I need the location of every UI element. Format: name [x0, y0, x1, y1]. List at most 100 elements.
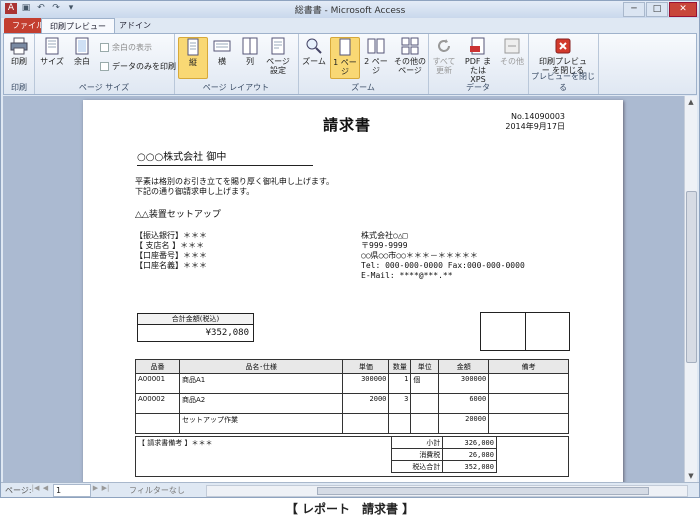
margin-button[interactable]: 余白 [68, 37, 96, 66]
col-header: 金額 [438, 359, 490, 374]
page-size-icon [45, 37, 59, 55]
company-line: 株式会社○△□ [361, 231, 408, 240]
total-value: ¥352,080 [205, 328, 249, 338]
page-number-input[interactable]: 1 [53, 484, 91, 497]
columns-button[interactable]: 列 [236, 37, 264, 66]
cell [488, 393, 569, 414]
hscroll-thumb[interactable] [317, 487, 649, 495]
cell: 3 [388, 393, 412, 414]
total-box: 合計金額(税込) ¥352,080 [137, 313, 254, 342]
prev-page-icon[interactable]: ◀ [41, 484, 50, 492]
col-header: 品番 [135, 359, 180, 374]
more-pages-button[interactable]: その他の ページ [394, 37, 426, 75]
close-preview-icon [555, 38, 571, 54]
close-preview-button[interactable]: 印刷プレビュー を閉じる [536, 37, 590, 75]
show-margin-checkbox[interactable]: 余白の表示 [100, 42, 152, 53]
cell [388, 413, 412, 434]
print-label: 印刷 [11, 57, 27, 66]
ribbon-tabs: ファイル 印刷プレビュー アドイン [1, 18, 699, 34]
refresh-all-button[interactable]: すべて 更新 [430, 37, 458, 75]
group-print: 印刷 印刷 [4, 34, 35, 94]
window-title: 総書書 - Microsoft Access [294, 6, 406, 16]
company-line: 〒999-9999 [361, 241, 408, 250]
horizontal-scrollbar[interactable] [206, 485, 688, 497]
print-button[interactable]: 印刷 [5, 37, 33, 66]
refresh-all-label: すべて 更新 [432, 57, 456, 75]
tab-print-preview[interactable]: 印刷プレビュー [41, 18, 115, 34]
show-margin-label: 余白の表示 [112, 43, 152, 52]
landscape-label: 横 [218, 57, 226, 66]
first-page-icon[interactable]: |◀ [31, 484, 40, 492]
filter-status[interactable]: フィルターなし [129, 485, 185, 496]
one-page-icon [339, 38, 351, 56]
close-button[interactable]: ✕ [669, 2, 697, 17]
scroll-up-icon[interactable]: ▲ [685, 96, 697, 108]
remark-box: 【 請求書備考 】＊＊＊ [135, 436, 569, 477]
title-bar: A ▣ ↶ ↷ ▾ 総書書 - Microsoft Access ─ □ ✕ [1, 1, 699, 18]
other-export-button[interactable]: その他 [498, 37, 526, 66]
group-data-label: データ [466, 83, 490, 92]
scroll-down-icon[interactable]: ▼ [685, 470, 697, 482]
stamp-divider [525, 313, 526, 350]
maximize-button[interactable]: □ [646, 2, 668, 17]
margin-label: 余白 [74, 57, 90, 66]
printer-icon [10, 37, 28, 55]
export-other-icon [504, 38, 520, 54]
table-row: A00002 商品A2 2000 3 6000 [135, 393, 569, 414]
checkbox-box [100, 43, 109, 52]
size-button[interactable]: サイズ [38, 37, 66, 66]
one-page-label: 1 ページ [333, 58, 357, 76]
page-setup-button[interactable]: ページ 設定 [264, 37, 292, 75]
columns-label: 列 [246, 57, 254, 66]
cell: 商品A2 [178, 393, 344, 414]
bank-line: 【振込銀行】＊＊＊ [135, 231, 207, 240]
cell [410, 393, 440, 414]
preview-area: 請求書 No.14090003 2014年9月17日 ○○○株式会社 御中 平素… [3, 96, 687, 482]
refresh-icon [438, 39, 450, 52]
customer-name: ○○○株式会社 御中 [137, 148, 313, 166]
totals-table: 小計 326,000 消費税 26,080 税込合計 352,080 [390, 436, 497, 473]
zoom-button[interactable]: ズーム [300, 37, 328, 66]
landscape-icon [213, 40, 231, 52]
cell [342, 413, 390, 434]
invoice-number: No.14090003 [511, 112, 565, 121]
portrait-label: 縦 [189, 58, 197, 67]
company-line: E-Mail: ****@***.** [361, 271, 453, 280]
columns-icon [242, 37, 258, 55]
portrait-button[interactable]: 縦 [178, 37, 208, 79]
cell [488, 413, 569, 434]
data-only-checkbox[interactable]: データのみを印刷 [100, 61, 176, 72]
invoice: 請求書 No.14090003 2014年9月17日 ○○○株式会社 御中 平素… [83, 100, 623, 482]
two-page-icon [367, 38, 385, 54]
total-label: 合計金額(税込) [138, 314, 253, 325]
next-page-icon[interactable]: ▶ [91, 484, 100, 492]
invoice-meta: No.14090003 2014年9月17日 [505, 112, 565, 132]
cell: 2000 [342, 393, 390, 414]
group-page-size-label: ページ サイズ [78, 83, 130, 92]
pdf-xps-button[interactable]: PDF または XPS [462, 37, 494, 84]
access-window: A ▣ ↶ ↷ ▾ 総書書 - Microsoft Access ─ □ ✕ フ… [0, 0, 700, 498]
magnifier-icon [306, 38, 322, 54]
page-setup-icon [271, 37, 285, 55]
size-label: サイズ [40, 57, 64, 66]
landscape-button[interactable]: 横 [208, 37, 236, 66]
minimize-button[interactable]: ─ [623, 2, 645, 17]
company-line: ○○県○○市○○＊＊＊－＊＊＊＊＊ [361, 251, 478, 260]
ribbon: 印刷 印刷 サイズ 余白 余白の表示 データのみを印刷 ページ サイズ 縦 横 … [3, 33, 697, 95]
pdf-export-icon [470, 37, 485, 55]
vertical-scrollbar[interactable]: ▲ ▼ [684, 96, 697, 482]
bank-line: 【 支店名 】＊＊＊ [135, 241, 205, 250]
scroll-thumb[interactable] [686, 191, 697, 363]
remark-label: 【 請求書備考 】＊＊＊ [138, 439, 213, 447]
two-page-label: 2 ページ [364, 57, 388, 75]
grand-total-label: 税込合計 [390, 460, 444, 473]
zoom-label: ズーム [302, 57, 326, 66]
grand-total-value: 352,080 [442, 460, 497, 473]
cell: 6000 [438, 393, 490, 414]
cell: 個 [410, 373, 440, 394]
one-page-button[interactable]: 1 ページ [330, 37, 360, 79]
cell [135, 413, 180, 434]
tab-addin[interactable]: アドイン [111, 18, 159, 33]
last-page-icon[interactable]: ▶| [101, 484, 110, 492]
two-page-button[interactable]: 2 ページ [362, 37, 390, 75]
